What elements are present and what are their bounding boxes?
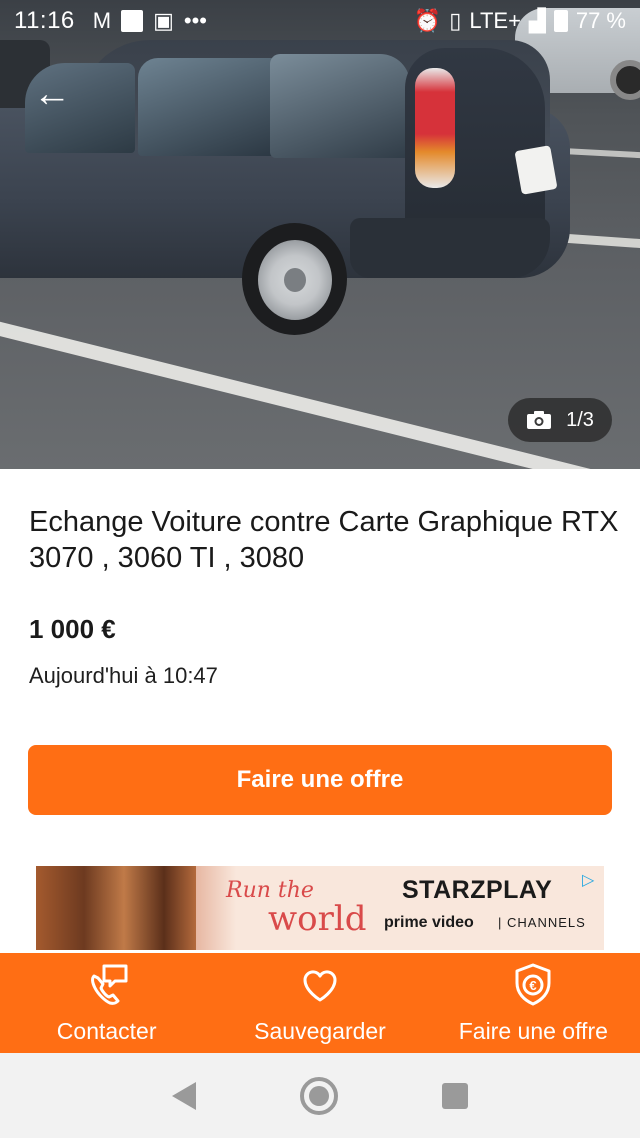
car <box>0 18 575 335</box>
car-window <box>138 58 278 156</box>
save-button[interactable]: Sauvegarder <box>213 953 426 1053</box>
battery-icon <box>553 10 568 32</box>
car-hub <box>284 268 306 292</box>
contact-button[interactable]: Contacter <box>0 953 213 1053</box>
ad-channels-label: CHANNELS <box>507 915 586 930</box>
background-car-wheel <box>610 60 640 100</box>
bottom-action-bar: Contacter Sauvegarder € Faire une offre <box>0 953 640 1053</box>
contact-label: Contacter <box>56 1017 157 1044</box>
alarm-icon: ⏰ <box>413 8 442 33</box>
status-notifications: M ▣ ••• <box>93 8 207 34</box>
status-bar: 11:16 M ▣ ••• ⏰ ▯ LTE+ ▟ 77 % <box>0 0 640 42</box>
save-label: Sauvegarder <box>254 1017 386 1044</box>
arrow-left-icon[interactable]: ← <box>32 74 72 114</box>
notification-icon <box>121 10 144 32</box>
gmail-icon: M <box>92 8 112 33</box>
ad-banner[interactable]: Run the world STARZPLAY prime video | CH… <box>36 866 604 950</box>
photo-counter[interactable]: 1/3 <box>508 398 612 442</box>
car-window <box>270 54 410 158</box>
euro-shield-icon: € <box>515 963 551 1005</box>
system-nav-bar <box>0 1053 640 1138</box>
battery-level: 77 % <box>575 8 626 33</box>
ad-show-title-2: world <box>268 899 367 939</box>
vibrate-icon: ▯ <box>449 8 462 33</box>
adchoices-icon[interactable]: ▷ <box>582 870 602 890</box>
listing-date: Aujourd'hui à 10:47 <box>29 663 218 688</box>
license-plate <box>514 145 558 195</box>
nav-recents-icon[interactable] <box>442 1082 468 1109</box>
signal-icon: ▟ <box>528 8 546 33</box>
ad-provider: prime video <box>384 914 474 931</box>
ad-channels: | CHANNELS <box>498 915 586 930</box>
listing-photo[interactable]: 11:16 M ▣ ••• ⏰ ▯ LTE+ ▟ 77 % ← 1/3 <box>0 0 640 469</box>
car-taillight <box>415 68 455 188</box>
car-bumper <box>350 218 550 278</box>
network-label: LTE+ <box>469 8 521 33</box>
phone-chat-icon <box>90 964 128 1005</box>
nav-home-icon[interactable] <box>300 1076 338 1115</box>
ad-image <box>36 866 196 950</box>
listing-title: Echange Voiture contre Carte Graphique R… <box>29 506 619 574</box>
nav-back-icon[interactable] <box>172 1081 196 1110</box>
svg-text:€: € <box>530 978 537 993</box>
heart-icon <box>303 969 337 1001</box>
make-offer-button[interactable]: Faire une offre <box>28 745 612 815</box>
photo-counter-label: 1/3 <box>566 408 594 431</box>
make-offer-bar-button[interactable]: € Faire une offre <box>427 953 640 1053</box>
make-offer-label: Faire une offre <box>458 1017 608 1044</box>
listing-price: 1 000 € <box>29 614 116 644</box>
more-dots-icon: ••• <box>183 8 208 33</box>
status-system: ⏰ ▯ LTE+ ▟ 77 % <box>414 8 626 34</box>
twitch-icon: ▣ <box>153 8 174 33</box>
ad-brand: STARZPLAY <box>402 876 553 904</box>
camera-icon <box>527 411 552 429</box>
status-time: 11:16 <box>14 7 75 34</box>
parking-line <box>0 312 640 469</box>
